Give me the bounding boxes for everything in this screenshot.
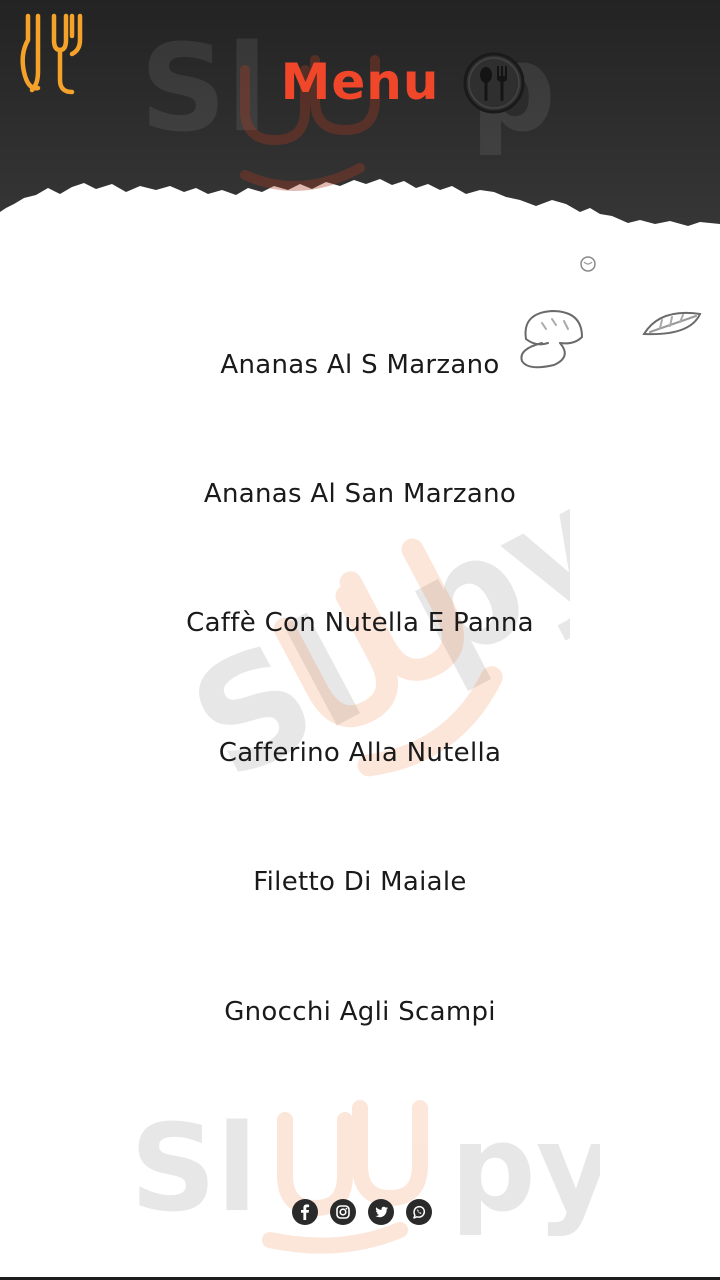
menu-item[interactable]: Ananas Al San Marzano (0, 429, 720, 558)
spoon-fork-circle-icon (463, 52, 525, 114)
watermark-logo-bottom: Sl py (130, 1100, 600, 1254)
menu-list: Ananas Al S Marzano Ananas Al San Marzan… (0, 300, 720, 1076)
fork-knife-logo-icon[interactable] (14, 10, 90, 96)
menu-item[interactable]: Caffè Con Nutella E Panna (0, 559, 720, 688)
menu-item[interactable]: Filetto Di Maiale (0, 818, 720, 947)
twitter-icon[interactable] (368, 1199, 394, 1225)
menu-item[interactable]: Ananas Al S Marzano (0, 300, 720, 429)
page-title: Menu (280, 53, 440, 111)
pepper-doodle-icon (580, 256, 596, 272)
social-links (0, 1199, 720, 1225)
menu-item[interactable]: Gnocchi Agli Scampi (0, 947, 720, 1076)
menu-item[interactable]: Cafferino Alla Nutella (0, 688, 720, 817)
whatsapp-icon[interactable] (406, 1199, 432, 1225)
header: Sl p Menu (0, 0, 720, 240)
torn-paper-header-background: Sl p (0, 0, 720, 226)
facebook-icon[interactable] (292, 1199, 318, 1225)
instagram-icon[interactable] (330, 1199, 356, 1225)
page: Sl p Menu (0, 0, 720, 1280)
